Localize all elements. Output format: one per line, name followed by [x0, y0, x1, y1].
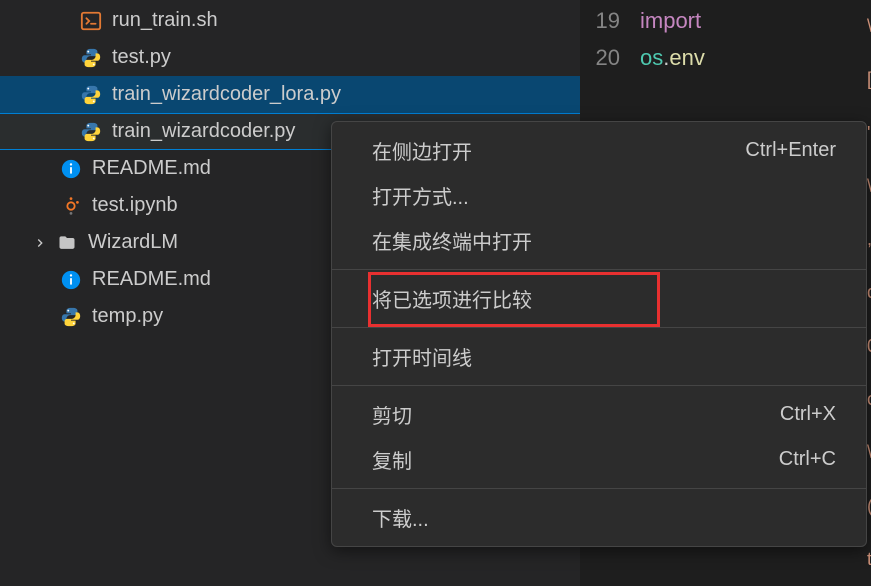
python-icon	[80, 84, 102, 106]
menu-item[interactable]: 打开方式...	[332, 173, 866, 218]
python-icon	[80, 121, 102, 143]
line-number: 20	[580, 45, 640, 71]
folder-icon	[56, 232, 78, 254]
edge-char: ,	[867, 229, 871, 250]
code-content: os.env	[640, 45, 705, 71]
file-item[interactable]: train_wizardcoder_lora.py	[0, 76, 580, 113]
menu-label: 在集成终端中打开	[372, 226, 532, 255]
edge-char: \	[867, 176, 871, 197]
file-label: run_train.sh	[112, 9, 218, 32]
python-icon	[80, 47, 102, 69]
truncated-code-edge: \ [ ' \, d 0 c \ ( t	[867, 0, 871, 586]
edge-char: \	[867, 16, 871, 37]
notebook-icon	[60, 195, 82, 217]
menu-label: 将已选项进行比较	[372, 284, 532, 313]
edge-char: '	[867, 123, 871, 144]
menu-label: 打开方式...	[372, 181, 469, 210]
menu-item[interactable]: 在集成终端中打开	[332, 218, 866, 263]
file-label: WizardLM	[88, 231, 178, 254]
file-item[interactable]: test.py	[0, 39, 580, 76]
menu-label: 复制	[372, 445, 412, 474]
edge-char: t	[867, 549, 871, 570]
edge-char: [	[867, 69, 871, 90]
line-number: 19	[580, 8, 640, 34]
menu-item[interactable]: 剪切 Ctrl+X	[332, 392, 866, 437]
menu-label: 下载...	[372, 503, 429, 532]
file-label: test.py	[112, 46, 171, 69]
file-label: temp.py	[92, 305, 163, 328]
menu-separator	[332, 327, 866, 328]
menu-separator	[332, 488, 866, 489]
info-icon	[60, 269, 82, 291]
file-label: test.ipynb	[92, 194, 178, 217]
file-label: README.md	[92, 268, 211, 291]
menu-item[interactable]: 下载...	[332, 495, 866, 540]
file-item[interactable]: run_train.sh	[0, 2, 580, 39]
context-menu: 在侧边打开 Ctrl+Enter 打开方式... 在集成终端中打开将已选项进行比较打开…	[331, 121, 867, 547]
edge-char: (	[867, 496, 871, 517]
info-icon	[60, 158, 82, 180]
menu-item[interactable]: 打开时间线	[332, 334, 866, 379]
menu-label: 打开时间线	[372, 342, 472, 371]
code-line[interactable]: 19import	[580, 2, 871, 39]
menu-item[interactable]: 将已选项进行比较	[332, 276, 866, 321]
shell-icon	[80, 10, 102, 32]
edge-char: d	[867, 282, 871, 303]
code-line[interactable]: 20os.env	[580, 39, 871, 76]
file-label: README.md	[92, 157, 211, 180]
menu-separator	[332, 385, 866, 386]
edge-char: c	[867, 389, 871, 410]
menu-label: 剪切	[372, 400, 412, 429]
edge-char: 0	[867, 336, 871, 357]
keyboard-shortcut: Ctrl+X	[780, 403, 836, 426]
code-content: import	[640, 8, 701, 34]
edge-char: \	[867, 442, 871, 463]
chevron-right-icon	[30, 236, 50, 250]
token: import	[640, 8, 701, 33]
token: os	[640, 45, 663, 70]
menu-label: 在侧边打开	[372, 136, 472, 165]
menu-item[interactable]: 在侧边打开 Ctrl+Enter	[332, 128, 866, 173]
keyboard-shortcut: Ctrl+C	[779, 448, 836, 471]
token: env	[669, 45, 704, 70]
keyboard-shortcut: Ctrl+Enter	[745, 139, 836, 162]
menu-item[interactable]: 复制 Ctrl+C	[332, 437, 866, 482]
file-label: train_wizardcoder_lora.py	[112, 83, 341, 106]
file-label: train_wizardcoder.py	[112, 120, 295, 143]
python-icon	[60, 306, 82, 328]
menu-separator	[332, 269, 866, 270]
